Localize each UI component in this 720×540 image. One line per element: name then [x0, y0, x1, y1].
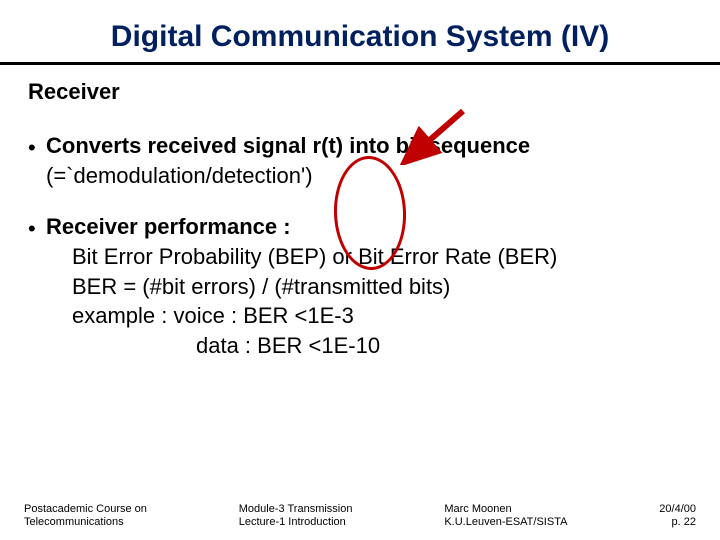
section-heading: Receiver	[28, 79, 692, 105]
footer-date: 20/4/00	[659, 503, 696, 517]
body-content: • Converts received signal r(t) into bit…	[28, 131, 692, 361]
footer-course-l2: Telecommunications	[24, 516, 147, 530]
footer-module: Module-3 Transmission Lecture-1 Introduc…	[239, 503, 353, 531]
bullet-2-line-4: data : BER <1E-10	[46, 331, 692, 361]
bullet-1-sub: (=`demodulation/detection')	[46, 163, 313, 188]
bullet-dot: •	[28, 131, 46, 190]
footer-author-l1: Marc Moonen	[444, 503, 567, 517]
footer-pagenum: p. 22	[659, 516, 696, 530]
bullet-2-line-2: BER = (#bit errors) / (#transmitted bits…	[46, 272, 692, 302]
bullet-1-lead: Converts received signal r(t) into bit s…	[46, 133, 530, 158]
bullet-1: • Converts received signal r(t) into bit…	[28, 131, 692, 190]
bullet-dot: •	[28, 212, 46, 360]
footer-course: Postacademic Course on Telecommunication…	[24, 503, 147, 531]
footer: Postacademic Course on Telecommunication…	[0, 503, 720, 531]
slide-title: Digital Communication System (IV)	[28, 20, 692, 54]
bullet-2-lead: Receiver performance :	[46, 214, 291, 239]
bullet-2-line-3: example : voice : BER <1E-3	[46, 301, 692, 331]
footer-author-l2: K.U.Leuven-ESAT/SISTA	[444, 516, 567, 530]
footer-author: Marc Moonen K.U.Leuven-ESAT/SISTA	[444, 503, 567, 531]
footer-course-l1: Postacademic Course on	[24, 503, 147, 517]
footer-page: 20/4/00 p. 22	[659, 503, 696, 531]
title-rule	[0, 62, 720, 65]
bullet-2-line-1: Bit Error Probability (BEP) or Bit Error…	[46, 242, 692, 272]
footer-module-l2: Lecture-1 Introduction	[239, 516, 353, 530]
footer-module-l1: Module-3 Transmission	[239, 503, 353, 517]
bullet-2: • Receiver performance : Bit Error Proba…	[28, 212, 692, 360]
slide: Digital Communication System (IV) Receiv…	[0, 0, 720, 540]
